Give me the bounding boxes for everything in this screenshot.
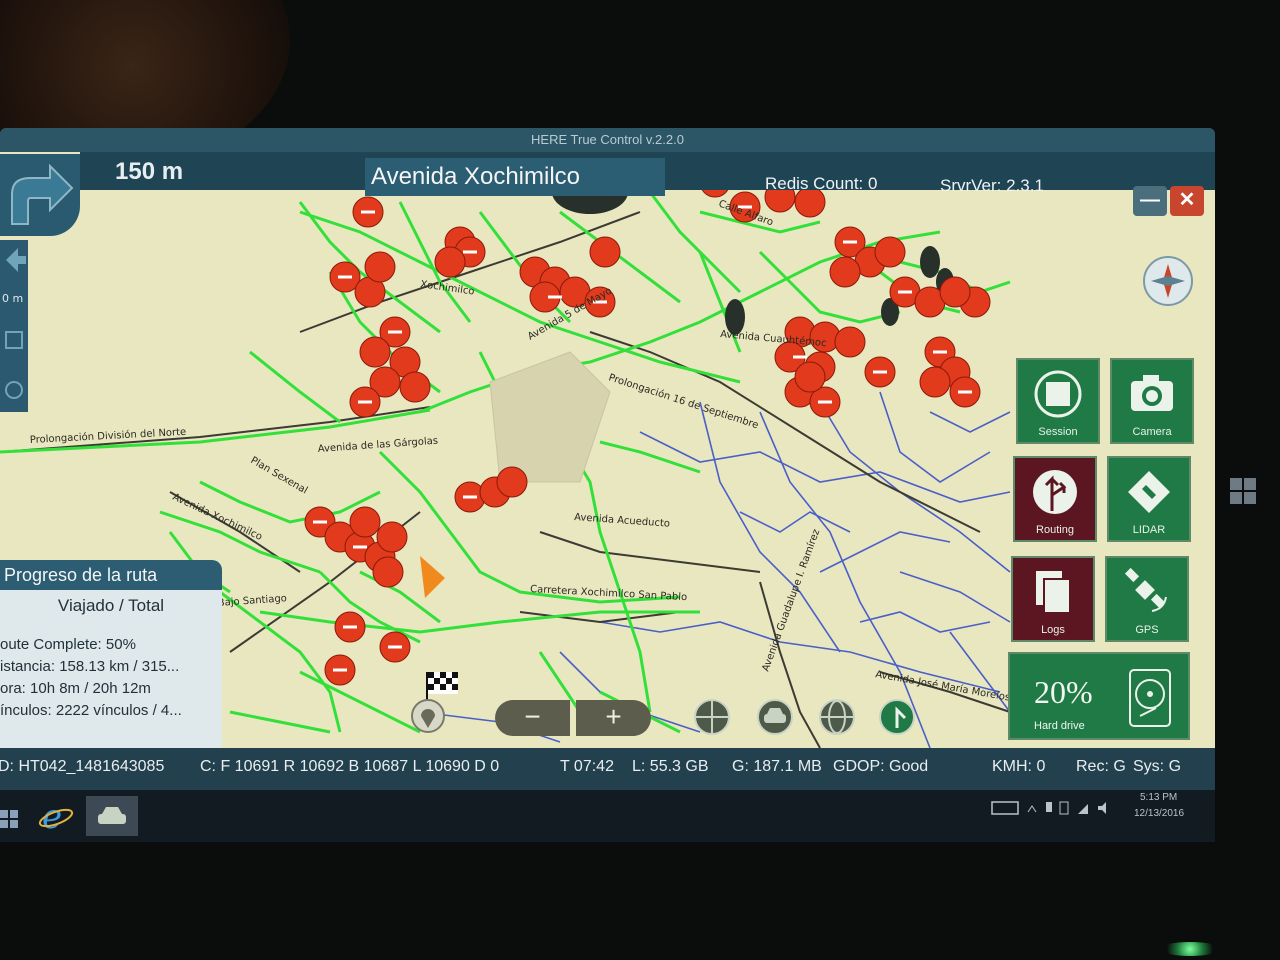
routing-button[interactable]: Routing [1013,456,1097,542]
zoom-in-button[interactable]: + [576,700,651,736]
window-title: HERE True Control v.2.2.0 [0,128,1215,152]
layers-button[interactable] [693,698,731,741]
camera-button[interactable]: Camera [1110,358,1194,444]
session-icon [1034,370,1082,418]
navigation-icon [879,699,915,735]
left-panel-icons: 0 m [2,248,26,399]
true-control-taskbar-button[interactable] [86,796,138,836]
navigation-button[interactable] [878,698,916,741]
lidar-label: LIDAR [1132,524,1166,536]
turn-distance: 150 m [115,158,184,185]
turn-left-icon [11,163,74,225]
lidar-button[interactable]: LIDAR [1107,456,1191,542]
status-time: T 07:42 [560,758,614,775]
gps-label: GPS [1135,624,1159,636]
globe-button[interactable] [818,698,856,741]
car-app-icon [98,807,126,824]
status-gps-memory: G: 187.1 MB [732,758,822,775]
status-kmh: KMH: 0 [992,758,1046,775]
route-complete: oute Complete: 50% [0,636,136,653]
taskbar: e 5:13 PM 12/13/2016 [0,790,1215,842]
status-local-storage: L: 55.3 GB [632,758,709,775]
internet-explorer-icon: e [38,797,74,837]
camera-icon [1131,375,1173,411]
street-label: Avenida Xochimilco [171,492,264,543]
route-distance: istancia: 158.13 km / 315... [0,658,180,675]
app-window: HERE True Control v.2.2.0 Prolongación D… [0,128,1215,790]
grid-globe-icon [694,699,730,735]
street-label: Avenida de las Gárgolas [317,435,438,455]
poi-markers [304,166,991,686]
side-distance-label: 0 m [2,292,23,305]
logs-button[interactable]: Logs [1011,556,1095,642]
status-bar: D: HT042_1481643085 C: F 10691 R 10692 B… [0,748,1215,790]
status-sys: Sys: G [1133,758,1182,775]
turn-arrow-panel [0,154,80,236]
close-button[interactable]: ✕ [1170,186,1204,216]
street-label: Plan Sexenal [249,455,310,496]
hard-drive-label: Hard drive [1034,720,1085,732]
session-button[interactable]: Session [1016,358,1100,444]
compass-button[interactable] [1143,256,1193,306]
minimize-button[interactable]: — [1133,186,1167,216]
vehicle-view-button[interactable] [755,698,795,741]
hard-drive-percent: 20% [1034,674,1093,710]
server-version: SrvrVer: 2.3.1 [940,176,1044,195]
globe-icon [819,699,855,735]
camera-label: Camera [1132,426,1172,438]
zoom-out-button[interactable]: − [495,700,570,736]
gps-button[interactable]: GPS [1105,556,1189,642]
ie-taskbar-button[interactable]: e [38,797,74,837]
hard-drive-tile[interactable]: 20% Hard drive [1008,652,1190,740]
route-links: ínculos: 2222 vínculos / 4... [0,702,182,719]
lidar-icon [1128,471,1170,513]
taskbar-date: 12/13/2016 [1134,808,1185,819]
current-street: Avenida Xochimilco [365,158,665,196]
routing-icon [1033,470,1077,514]
route-time: ora: 10h 8m / 20h 12m [0,680,151,697]
routing-label: Routing [1036,524,1074,536]
compass-icon [1151,264,1185,298]
route-progress-panel: Progreso de la ruta Viajado / Total oute… [0,560,222,754]
left-panel-strip: 0 m [0,240,28,412]
street-label: Avenida Acueducto [574,512,671,530]
status-gdop: GDOP: Good [833,758,929,775]
car-icon [757,699,793,735]
windows-logo-icon [1230,478,1256,504]
route-progress-subtitle: Viajado / Total [57,596,165,615]
status-led [1160,942,1220,956]
street-label: Xochimilco [420,279,476,297]
status-counts: C: F 10691 R 10692 B 10687 L 10690 D 0 [200,758,500,775]
location-button[interactable] [410,698,446,743]
gps-icon [1124,567,1167,612]
street-label: Avenida Guadalupe I. Ramírez [760,527,823,673]
taskbar-time: 5:13 PM [1140,792,1178,803]
location-pin-icon [411,699,445,733]
redis-count: Redis Count: 0 [765,174,878,193]
start-icon[interactable] [0,808,20,832]
hard-drive-icon [1129,669,1171,727]
status-rec: Rec: G [1076,758,1126,775]
system-tray-icons[interactable] [990,798,1110,818]
status-drive-id: D: HT042_1481643085 [0,758,165,775]
route-progress-title: Progreso de la ruta [0,560,222,590]
logs-label: Logs [1041,624,1065,636]
open-area [489,351,611,483]
vehicle-position-arrow [420,556,445,598]
session-label: Session [1038,426,1078,438]
street-label: Bajo Santiago [217,593,287,609]
logs-icon [1036,571,1071,614]
